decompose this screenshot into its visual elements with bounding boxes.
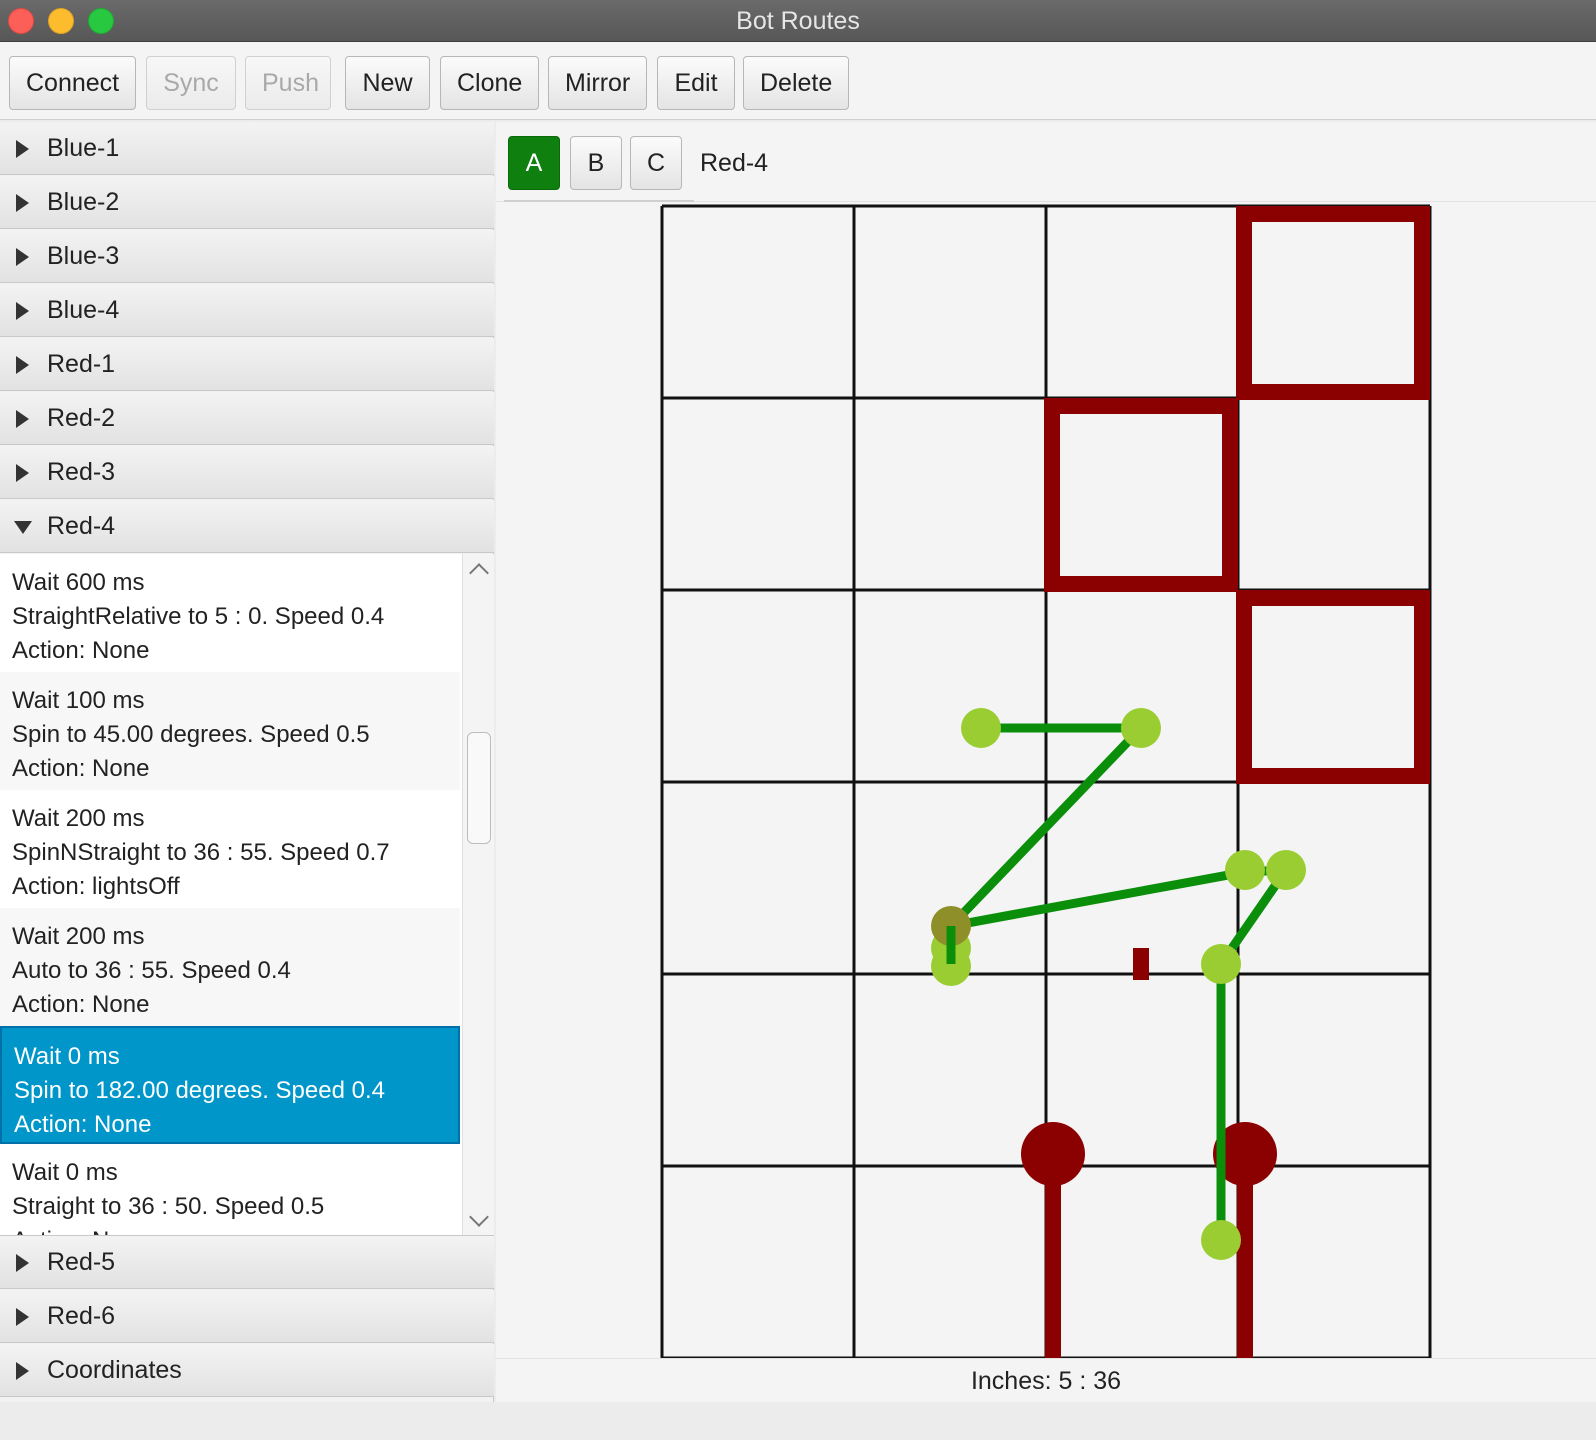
waypoint[interactable] [1201,1220,1241,1260]
coordinates-readout: Inches: 5 : 36 [496,1358,1596,1402]
route-header-blue-4[interactable]: Blue-4 [0,284,494,337]
expand-arrow-icon [16,410,29,428]
route-steps-list[interactable]: Wait 600 ms StraightRelative to 5 : 0. S… [0,554,494,1236]
route-editor-panel: A B C Red-4 Inches: 5: 36 [496,122,1596,1402]
pole-head [1021,1122,1085,1186]
toolbar: Connect Sync Push New Clone Mirror Edit … [0,42,1596,120]
tab-a[interactable]: A [508,136,560,190]
obstacle-marker [1133,948,1149,980]
step-action: Action: None [12,991,150,1018]
route-header-red-3[interactable]: Red-3 [0,446,494,499]
route-label: Red-2 [47,404,116,432]
step-move: Spin to 182.00 degrees. Speed 0.4 [14,1077,385,1104]
tab-b[interactable]: B [570,136,622,190]
route-header-red-4[interactable]: Red-4 [0,500,494,553]
route-label: Blue-1 [47,134,120,162]
expand-arrow-icon [16,1308,29,1326]
route-label: Blue-4 [47,296,120,324]
tab-underline [504,200,694,202]
list-item[interactable]: Wait 200 ms SpinNStraight to 36 : 55. Sp… [0,790,460,908]
step-wait: Wait 200 ms [12,805,145,832]
step-wait: Wait 0 ms [12,1159,118,1186]
route-header-red-5[interactable]: Red-5 [0,1236,494,1289]
route-label: Coordinates [47,1356,182,1384]
window-title: Bot Routes [736,7,860,35]
step-wait: Wait 200 ms [12,923,145,950]
list-item[interactable]: Wait 0 ms Straight to 36 : 50. Speed 0.5… [0,1144,460,1235]
route-header-coordinates[interactable]: Coordinates [0,1344,494,1397]
list-item[interactable]: Wait 600 ms StraightRelative to 5 : 0. S… [0,554,460,672]
tab-c[interactable]: C [630,136,682,190]
route-header-blue-3[interactable]: Blue-3 [0,230,494,283]
route-label: Red-1 [47,350,116,378]
step-move: StraightRelative to 5 : 0. Speed 0.4 [12,603,385,630]
step-action: Action: None [12,1224,448,1235]
list-item-selected[interactable]: Wait 0 ms Spin to 182.00 degrees. Speed … [0,1026,460,1144]
mirror-button[interactable]: Mirror [548,56,647,110]
list-item[interactable]: Wait 200 ms Auto to 36 : 55. Speed 0.4 A… [0,908,460,1026]
route-label: Blue-2 [47,188,120,216]
step-action: Action: None [12,637,150,664]
expand-arrow-icon [16,194,29,212]
app-window: Bot Routes Connect Sync Push New Clone M… [0,0,1596,1440]
waypoint[interactable] [961,708,1001,748]
step-move: Auto to 36 : 55. Speed 0.4 [12,957,291,984]
expand-arrow-icon [16,248,29,266]
expand-arrow-icon [16,1254,29,1272]
waypoint[interactable] [1225,850,1265,890]
scroll-thumb[interactable] [467,732,491,844]
route-header-blue-2[interactable]: Blue-2 [0,176,494,229]
steps-scrollbar[interactable] [462,554,494,1235]
step-action: Action: None [12,755,150,782]
new-button[interactable]: New [345,56,430,110]
list-item[interactable]: Wait 100 ms Spin to 45.00 degrees. Speed… [0,672,460,790]
routes-accordion: Blue-1 Blue-2 Blue-3 Blue-4 Red-1 Red-2 … [0,122,494,1402]
waypoint[interactable] [1201,944,1241,984]
variant-tab-bar: A B C Red-4 [496,122,1596,202]
route-name: Red-4 [700,149,769,177]
title-bar: Bot Routes [0,0,1596,42]
route-label: Red-6 [47,1302,116,1330]
scroll-down-icon[interactable] [469,1207,489,1227]
expand-arrow-icon [16,464,29,482]
scroll-up-icon[interactable] [469,563,489,583]
step-wait: Wait 600 ms [12,569,145,596]
step-wait: Wait 100 ms [12,687,145,714]
route-label: Blue-3 [47,242,120,270]
delete-button[interactable]: Delete [743,56,849,110]
route-header-red-6[interactable]: Red-6 [0,1290,494,1343]
sync-button[interactable]: Sync [146,56,236,110]
push-button[interactable]: Push [245,56,331,110]
connect-button[interactable]: Connect [9,56,136,110]
route-label: Red-5 [47,1248,116,1276]
field-canvas[interactable] [496,204,1596,1358]
step-move: SpinNStraight to 36 : 55. Speed 0.7 [12,839,390,866]
route-label: Red-3 [47,458,116,486]
expand-arrow-icon [16,302,29,320]
expand-arrow-icon [16,1362,29,1380]
route-label: Red-4 [47,512,116,540]
step-wait: Wait 0 ms [14,1043,120,1070]
clone-button[interactable]: Clone [440,56,539,110]
expand-arrow-icon [16,140,29,158]
step-move: Spin to 45.00 degrees. Speed 0.5 [12,721,370,748]
waypoint[interactable] [1121,708,1161,748]
step-action: Action: None [14,1111,152,1138]
waypoint[interactable] [1266,850,1306,890]
expand-arrow-icon [16,356,29,374]
route-header-red-1[interactable]: Red-1 [0,338,494,391]
step-move: Straight to 36 : 50. Speed 0.5 [12,1193,325,1220]
edit-button[interactable]: Edit [657,56,735,110]
route-header-blue-1[interactable]: Blue-1 [0,122,494,175]
field-map[interactable] [496,204,1596,1358]
step-action: Action: lightsOff [12,873,180,900]
route-header-red-2[interactable]: Red-2 [0,392,494,445]
collapse-arrow-icon [14,521,32,534]
